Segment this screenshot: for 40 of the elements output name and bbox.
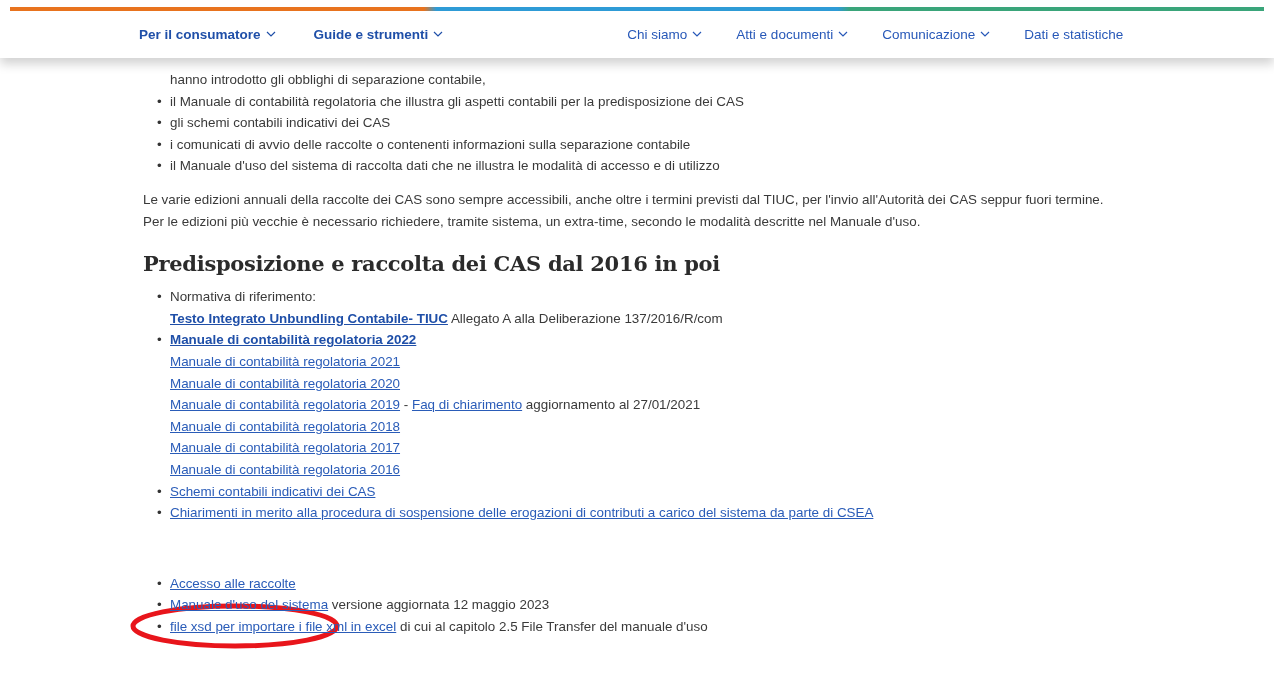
- link[interactable]: Manuale di contabilità regolatoria 2017: [170, 437, 401, 459]
- bullet: •: [157, 596, 162, 615]
- link[interactable]: Manuale di contabilità regolatoria 2022: [170, 329, 417, 351]
- bullet: •: [157, 157, 162, 176]
- link[interactable]: Testo Integrato Unbundling Contabile- TIUC: [170, 310, 448, 326]
- bullet: •: [157, 331, 162, 350]
- list-item-text: il Manuale di contabilità regolatoria che illustra gli aspetti contabili per la predisposizione dei CAS: [170, 93, 744, 109]
- list-item-text: Manuale di contabilità regolatoria 2019 - Faq di chiarimento aggiornamento al 27/01/2021: [170, 396, 701, 415]
- list-item-text: Normativa di riferimento:: [170, 288, 316, 307]
- list-item-text: gli schemi contabili indicativi dei CAS: [170, 115, 391, 131]
- link[interactable]: Chiarimenti in merito alla procedura di sospensione delle erogazioni di contributi a carico del sistema da parte di CSEA: [170, 502, 874, 524]
- link[interactable]: Manuale di contabilità regolatoria 2021: [170, 350, 401, 373]
- list-item-text: hanno introdotto gli obblighi di separazione contabile,: [170, 72, 486, 87]
- link[interactable]: Accesso alle raccolte: [170, 572, 296, 595]
- bullet: •: [157, 92, 162, 111]
- bullet: •: [157, 114, 162, 133]
- link[interactable]: Schemi contabili indicativi dei CAS: [170, 480, 376, 503]
- bullet: •: [157, 482, 162, 501]
- nav-link[interactable]: Guide e strumenti: [313, 26, 444, 42]
- nav-link[interactable]: Dati e statistiche: [1024, 26, 1124, 42]
- list-item-text: il Manuale d'uso del sistema di raccolta dati che ne illustra le modalità di accesso e di utilizzo: [170, 158, 720, 174]
- bullet: •: [157, 135, 162, 154]
- list-item-text: i comunicati di avvio delle raccolte o contenenti informazioni sulla separazione contabile: [170, 136, 691, 152]
- bullet: •: [157, 574, 162, 593]
- bullet: •: [157, 288, 162, 307]
- bullet: •: [157, 504, 162, 523]
- nav-link[interactable]: Chi siamo: [627, 26, 703, 42]
- link[interactable]: Manuale di contabilità regolatoria 2020: [170, 372, 401, 395]
- link[interactable]: Manuale di contabilità regolatoria 2019: [170, 397, 401, 413]
- nav-link[interactable]: Per il consumatore: [139, 26, 276, 42]
- bullet: •: [157, 617, 162, 636]
- link[interactable]: Faq di chiarimento: [411, 397, 523, 413]
- section-heading: Predisposizione e raccolta dei CAS dal 2016 in poi: [143, 250, 721, 279]
- list-item-text: Testo Integrato Unbundling Contabile- TIUC Allegato A alla Deliberazione 137/2016/R/com: [170, 309, 723, 328]
- link[interactable]: Manuale di contabilità regolatoria 2016: [170, 458, 401, 481]
- link[interactable]: Manuale di contabilità regolatoria 2018: [170, 415, 401, 438]
- nav-link[interactable]: Comunicazione: [882, 26, 991, 42]
- nav-link[interactable]: Atti e documenti: [736, 26, 849, 42]
- paragraph: Per le edizioni più vecchie è necessario richiedere, tramite sistema, un extra-time, secondo le modalità descritte nel Manuale d'uso.: [143, 212, 922, 231]
- paragraph: Le varie edizioni annuali della raccolte dei CAS sono sempre accessibili, anche oltre i termini previsti dal TIUC, per l'invio all'Autorità dei CAS seppur fuori termine.: [143, 190, 1105, 209]
